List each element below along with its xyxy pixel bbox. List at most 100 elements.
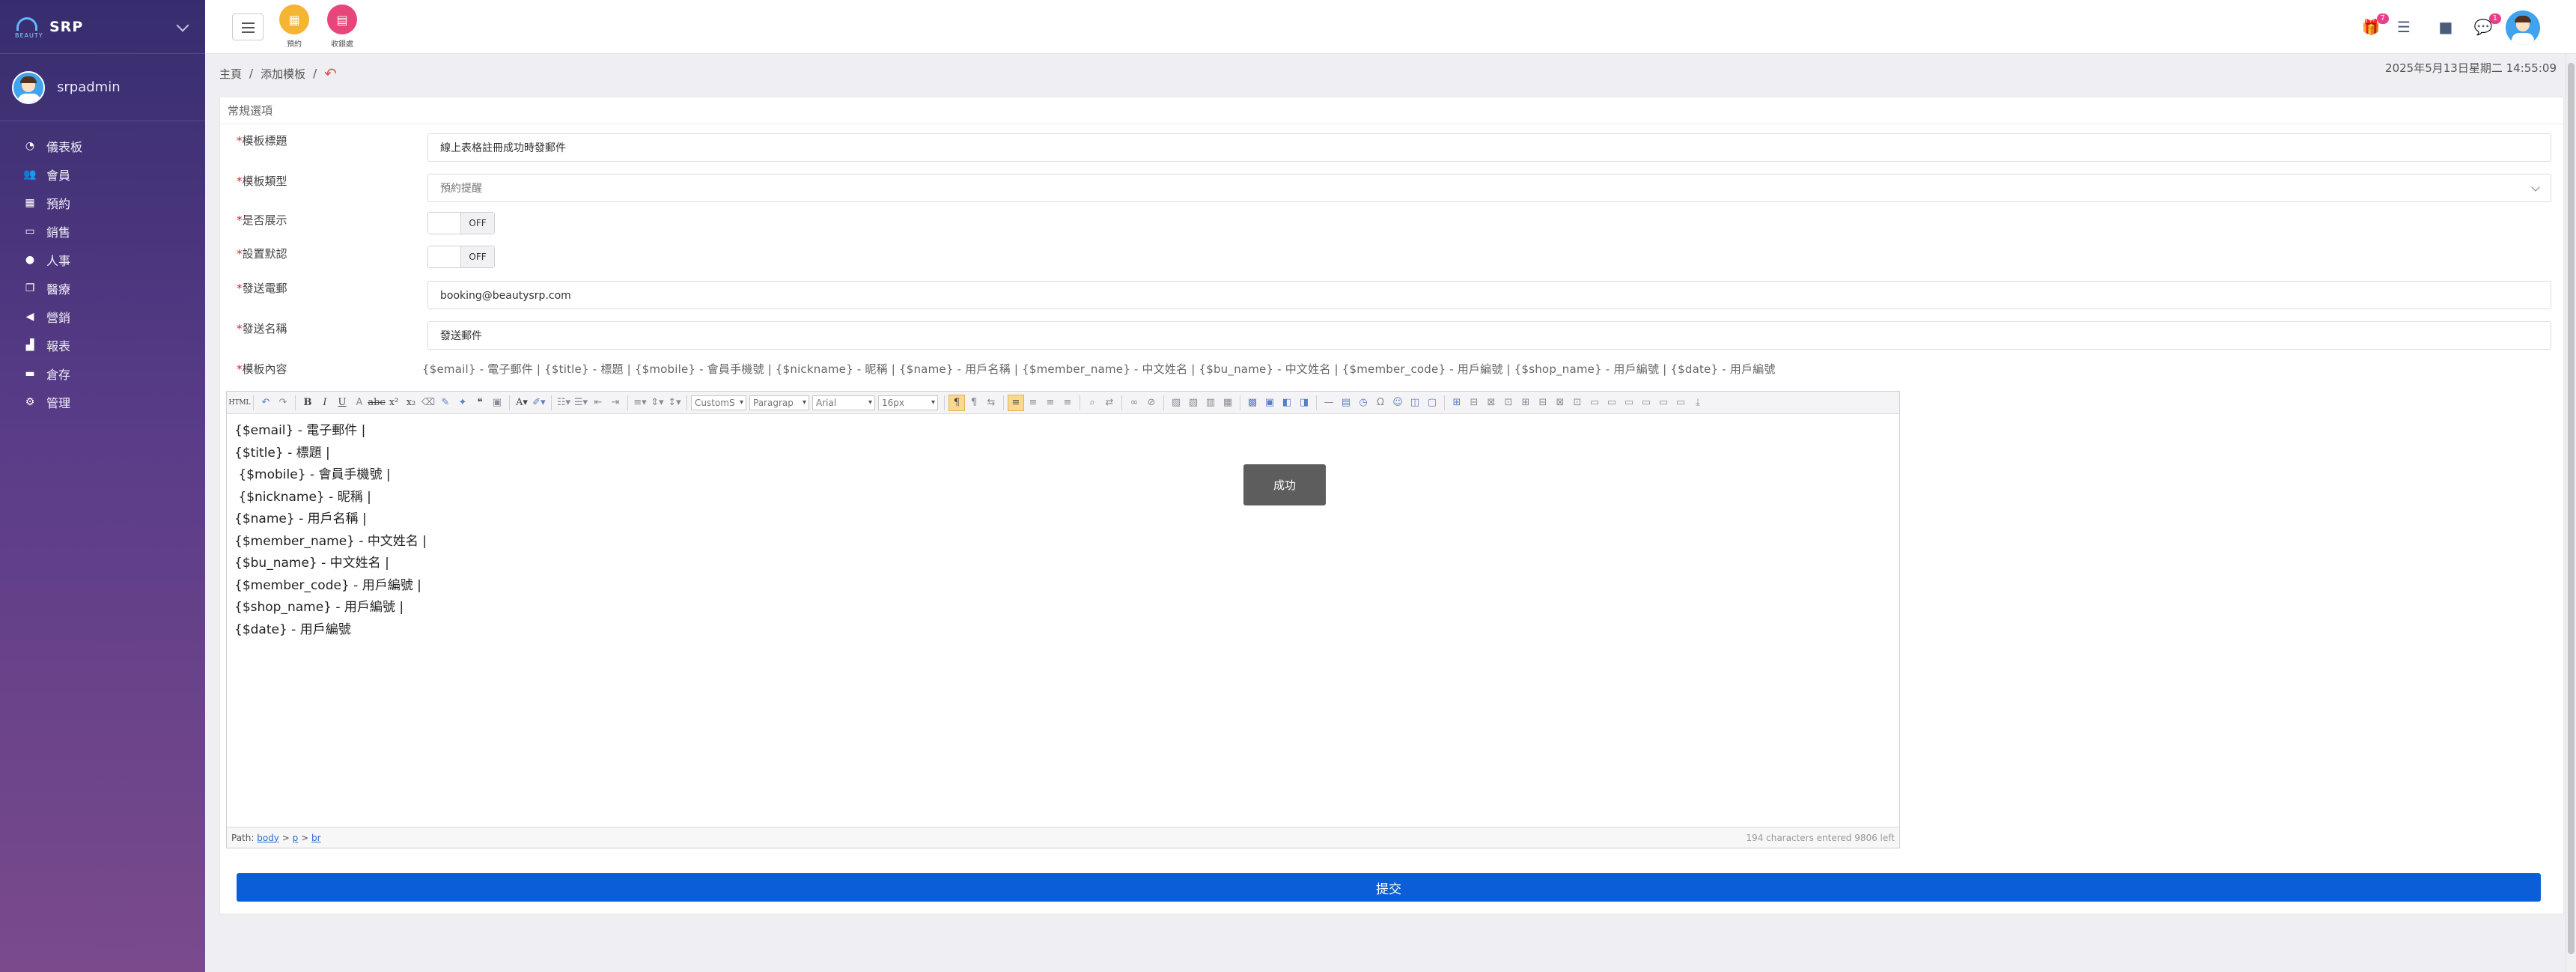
- insert-col-icon[interactable]: ⊡: [1500, 395, 1517, 411]
- ordered-list-icon[interactable]: ☷▾: [555, 395, 572, 411]
- paint-icon[interactable]: ✦: [454, 395, 471, 411]
- highlight-icon[interactable]: ✐▾: [531, 395, 547, 411]
- merge-right-icon[interactable]: ▭: [1604, 395, 1620, 411]
- line-height-icon[interactable]: ≡▾: [632, 395, 648, 411]
- media-icon[interactable]: ▣: [1261, 395, 1278, 411]
- show-toggle[interactable]: OFF: [427, 212, 495, 234]
- submit-button[interactable]: 提交: [237, 873, 2541, 902]
- merge-down-icon[interactable]: ▭: [1621, 395, 1637, 411]
- table-icon[interactable]: ⊞: [1449, 395, 1465, 411]
- map-icon[interactable]: ◫: [1407, 395, 1423, 411]
- emotion-icon[interactable]: ☺: [1389, 395, 1406, 411]
- checklist-icon[interactable]: ☰: [2393, 18, 2414, 36]
- avatar[interactable]: [2506, 10, 2540, 45]
- replace-icon[interactable]: ⇄: [1101, 395, 1118, 411]
- brand[interactable]: BEAUTY SRP: [0, 0, 205, 54]
- quote-button[interactable]: ❝: [472, 395, 488, 411]
- date-icon[interactable]: ▤: [1338, 395, 1354, 411]
- draft-icon[interactable]: ⤓: [1690, 395, 1706, 411]
- align-justify-icon[interactable]: ≡: [1059, 395, 1076, 411]
- preview-icon[interactable]: ▢: [1424, 395, 1440, 411]
- redo-icon[interactable]: ↷: [275, 395, 291, 411]
- type-select[interactable]: 預約提醒: [427, 174, 2551, 202]
- superscript-button[interactable]: x²: [386, 395, 402, 411]
- paragraph-spacing-icon[interactable]: ⇕▾: [649, 395, 666, 411]
- split-cells-icon[interactable]: ⊠: [1552, 395, 1568, 411]
- find-icon[interactable]: ⌕: [1084, 395, 1100, 411]
- size-select[interactable]: 16px: [878, 395, 938, 410]
- page-scrollbar[interactable]: [2566, 54, 2576, 972]
- menu-toggle-button[interactable]: [232, 13, 264, 40]
- time-icon[interactable]: ◷: [1355, 395, 1371, 411]
- align-left-button[interactable]: ≡: [1008, 394, 1024, 411]
- template-icon[interactable]: ◧: [1279, 395, 1295, 411]
- outdent-icon[interactable]: ⇤: [590, 395, 606, 411]
- dir-icon[interactable]: ⇆: [983, 395, 999, 411]
- brush-icon[interactable]: ✎: [437, 395, 454, 411]
- special-char-icon[interactable]: Ω: [1372, 395, 1389, 411]
- sidebar-item-sales[interactable]: ▭ 銷售: [0, 217, 205, 246]
- subscript-button[interactable]: x₂: [403, 395, 419, 411]
- split-row-icon[interactable]: ▭: [1638, 395, 1654, 411]
- eraser-icon[interactable]: ⌫: [420, 395, 436, 411]
- chevron-down-icon[interactable]: [176, 19, 189, 32]
- sidebar-item-reports[interactable]: ▟ 報表: [0, 331, 205, 359]
- sidebar-item-members[interactable]: 👥 會員: [0, 160, 205, 189]
- email-input[interactable]: booking@beautysrp.com: [427, 281, 2551, 309]
- table-delete-icon[interactable]: ▭: [1672, 395, 1689, 411]
- title-input[interactable]: 線上表格註冊成功時發郵件: [427, 133, 2551, 162]
- image-center-icon[interactable]: ▥: [1202, 395, 1219, 411]
- unlink-icon[interactable]: ⊘: [1143, 395, 1160, 411]
- image-right-icon[interactable]: ▧: [1185, 395, 1202, 411]
- sidebar-item-dashboard[interactable]: ◔ 儀表板: [0, 132, 205, 160]
- video-icon[interactable]: ■: [2435, 18, 2456, 36]
- align-center-icon[interactable]: ≡: [1025, 395, 1041, 411]
- sidebar-item-admin[interactable]: ⚙ 管理: [0, 388, 205, 416]
- rtl-icon[interactable]: ¶: [966, 395, 982, 411]
- user-panel[interactable]: srpadmin: [0, 54, 205, 121]
- text-color-icon[interactable]: A▾: [514, 395, 530, 411]
- paste-icon[interactable]: ▣: [489, 395, 505, 411]
- insert-row-icon[interactable]: ⊟: [1466, 395, 1482, 411]
- quick-cashier-button[interactable]: ▤ 收銀處: [323, 4, 361, 49]
- undo-icon[interactable]: ↶: [258, 395, 274, 411]
- image-icon[interactable]: ▩: [1244, 395, 1261, 411]
- chat-icon[interactable]: 💬 1: [2473, 13, 2501, 36]
- sidebar-item-inventory[interactable]: ▬ 倉存: [0, 359, 205, 388]
- sidebar-item-booking[interactable]: ▦ 預約: [0, 189, 205, 217]
- block-select[interactable]: Paragrap: [749, 395, 809, 410]
- breadcrumb-home[interactable]: 主頁: [219, 66, 242, 82]
- default-toggle[interactable]: OFF: [427, 246, 495, 268]
- format-select[interactable]: CustomS: [691, 395, 746, 410]
- split-col-icon[interactable]: ▭: [1655, 395, 1672, 411]
- font-select[interactable]: Arial: [812, 395, 875, 410]
- image-none-icon[interactable]: ▦: [1220, 395, 1236, 411]
- attachment-icon[interactable]: ◨: [1296, 395, 1312, 411]
- cell-props-icon[interactable]: ▭: [1586, 395, 1603, 411]
- italic-button[interactable]: I: [317, 395, 333, 411]
- font-color-icon[interactable]: A: [351, 395, 368, 411]
- bold-button[interactable]: B: [299, 395, 316, 411]
- html-button[interactable]: HTML: [228, 395, 250, 411]
- delete-row-icon[interactable]: ⊠: [1483, 395, 1499, 411]
- back-icon[interactable]: ↶: [324, 64, 337, 82]
- delete-col-icon[interactable]: ⊞: [1517, 395, 1534, 411]
- image-left-icon[interactable]: ▨: [1168, 395, 1184, 411]
- table-props-icon[interactable]: ⊡: [1569, 395, 1586, 411]
- spacing-icon[interactable]: ↕▾: [666, 395, 683, 411]
- merge-cells-icon[interactable]: ⊟: [1535, 395, 1551, 411]
- breadcrumb-current[interactable]: 添加模板: [261, 66, 305, 82]
- hr-icon[interactable]: —: [1321, 395, 1337, 411]
- underline-button[interactable]: U: [334, 395, 350, 411]
- gift-icon[interactable]: 🎁 7: [2360, 13, 2389, 36]
- path-body-link[interactable]: body: [257, 833, 279, 843]
- ltr-button[interactable]: ¶: [949, 394, 965, 411]
- link-icon[interactable]: ∞: [1126, 395, 1142, 411]
- sender-input[interactable]: 發送郵件: [427, 321, 2551, 350]
- strikethrough-button[interactable]: abc: [368, 395, 385, 411]
- editor-content[interactable]: {$email} - 電子郵件 | {$title} - 標題 | {$mobi…: [227, 414, 1899, 827]
- sidebar-item-medical[interactable]: ❐ 醫療: [0, 274, 205, 303]
- sidebar-item-hr[interactable]: ● 人事: [0, 246, 205, 274]
- path-p-link[interactable]: p: [293, 833, 299, 843]
- scrollbar-thumb[interactable]: [2568, 63, 2575, 954]
